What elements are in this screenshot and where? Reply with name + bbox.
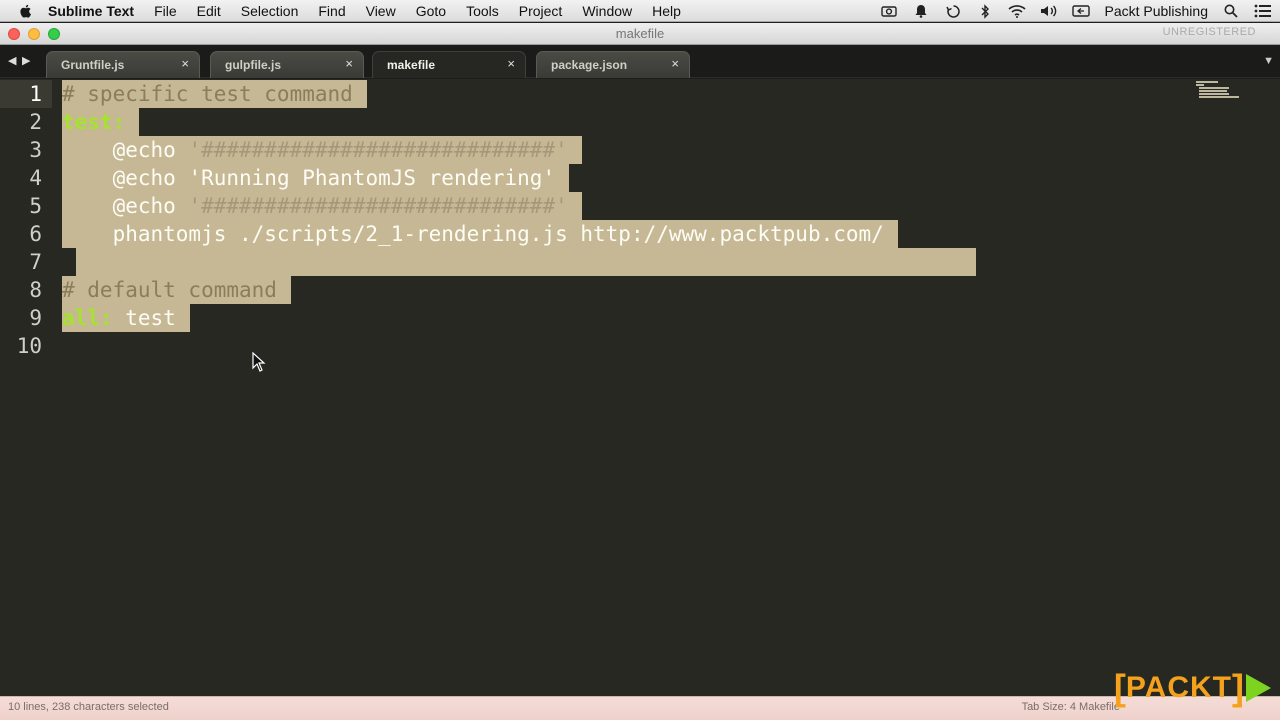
selection-status: 10 lines, 238 characters selected xyxy=(8,701,169,713)
code-line: @echo 'Running PhantomJS rendering' xyxy=(62,166,556,190)
line-number: 8 xyxy=(29,278,42,302)
window-title: makefile xyxy=(615,26,665,41)
tab-bar: ◀ ▶ Gruntfile.js × gulpfile.js × makefil… xyxy=(0,46,1280,78)
packt-logo: [ PACKT ] xyxy=(1114,667,1272,708)
window-title-bar: makefile UNREGISTERED xyxy=(0,23,1280,45)
play-arrow-icon xyxy=(1246,674,1271,702)
tab-makefile[interactable]: makefile × xyxy=(372,51,526,78)
menu-selection[interactable]: Selection xyxy=(241,3,299,19)
tab-label: package.json xyxy=(551,58,628,72)
menu-file[interactable]: File xyxy=(154,3,177,19)
code-line: @echo '############################' xyxy=(62,194,568,218)
apple-icon[interactable] xyxy=(18,3,34,19)
menu-goto[interactable]: Goto xyxy=(416,3,446,19)
tab-package-json[interactable]: package.json × xyxy=(536,51,690,78)
tab-close-icon[interactable]: × xyxy=(345,56,353,71)
line-number: 10 xyxy=(16,334,42,358)
menu-window[interactable]: Window xyxy=(582,3,632,19)
tab-close-icon[interactable]: × xyxy=(507,56,515,71)
display-mirror-icon[interactable] xyxy=(1072,3,1091,19)
code-line: # specific test command xyxy=(62,82,353,106)
menu-edit[interactable]: Edit xyxy=(197,3,221,19)
line-number: 5 xyxy=(29,194,42,218)
minimap-line xyxy=(1199,96,1239,98)
menu-tools[interactable]: Tools xyxy=(466,3,499,19)
code-line: test: xyxy=(62,110,126,134)
line-number: 6 xyxy=(29,222,42,246)
status-bar: 10 lines, 238 characters selected Tab Si… xyxy=(0,696,1280,720)
minimap-line xyxy=(1196,84,1204,86)
menu-help[interactable]: Help xyxy=(652,3,681,19)
code-line: @echo '############################' xyxy=(62,138,568,162)
tab-scroll-right-icon[interactable]: ▶ xyxy=(22,54,30,67)
code-line: phantomjs ./scripts/2_1-rendering.js htt… xyxy=(62,222,884,246)
mouse-pointer-icon xyxy=(252,352,266,372)
minimap-line xyxy=(1199,90,1227,92)
code-line: all: test xyxy=(62,306,176,330)
spotlight-search-icon[interactable] xyxy=(1222,3,1240,19)
minimap[interactable] xyxy=(1196,81,1240,103)
notification-center-icon[interactable] xyxy=(1254,3,1272,19)
macos-menu-bar: Sublime Text File Edit Selection Find Vi… xyxy=(0,0,1280,22)
menu-project[interactable]: Project xyxy=(519,3,563,19)
tab-scroll-left-icon[interactable]: ◀ xyxy=(8,54,16,67)
bluetooth-icon[interactable] xyxy=(976,3,994,19)
notification-bell-icon[interactable] xyxy=(912,3,930,19)
volume-icon[interactable] xyxy=(1040,3,1058,19)
selection-highlight xyxy=(76,248,976,276)
tab-list-dropdown-icon[interactable]: ▼ xyxy=(1263,55,1274,67)
line-number: 3 xyxy=(29,138,42,162)
minimap-line xyxy=(1199,93,1229,95)
line-number: 2 xyxy=(29,110,42,134)
line-number-gutter: 1 2 3 4 5 6 7 8 9 10 xyxy=(0,79,52,696)
code-editor[interactable]: 1 2 3 4 5 6 7 8 9 10 # specific test command test:… xyxy=(0,79,1280,696)
menu-user-name[interactable]: Packt Publishing xyxy=(1104,3,1208,19)
tab-gulpfile[interactable]: gulpfile.js × xyxy=(210,51,364,78)
unregistered-label: UNREGISTERED xyxy=(1162,26,1256,38)
menu-find[interactable]: Find xyxy=(318,3,345,19)
syntax-status[interactable]: Tab Size: 4 Makefile xyxy=(1022,701,1120,713)
tab-close-icon[interactable]: × xyxy=(671,56,679,71)
line-number: 7 xyxy=(29,250,42,274)
menu-extras: Packt Publishing xyxy=(880,0,1272,22)
tab-close-icon[interactable]: × xyxy=(181,56,189,71)
time-machine-icon[interactable] xyxy=(944,3,962,19)
tab-gruntfile[interactable]: Gruntfile.js × xyxy=(46,51,200,78)
wifi-icon[interactable] xyxy=(1008,3,1027,19)
minimap-line xyxy=(1196,81,1218,83)
camera-icon[interactable] xyxy=(880,3,898,19)
tab-label: gulpfile.js xyxy=(225,58,282,72)
menu-app-name[interactable]: Sublime Text xyxy=(48,3,134,19)
line-number: 9 xyxy=(29,306,42,330)
tab-label: makefile xyxy=(387,58,436,72)
code-line: # default command xyxy=(62,278,277,302)
logo-text: PACKT xyxy=(1125,671,1232,704)
line-number: 4 xyxy=(29,166,42,190)
line-number: 1 xyxy=(0,80,52,108)
menu-view[interactable]: View xyxy=(366,3,396,19)
minimap-line xyxy=(1199,87,1229,89)
tab-label: Gruntfile.js xyxy=(61,58,125,72)
